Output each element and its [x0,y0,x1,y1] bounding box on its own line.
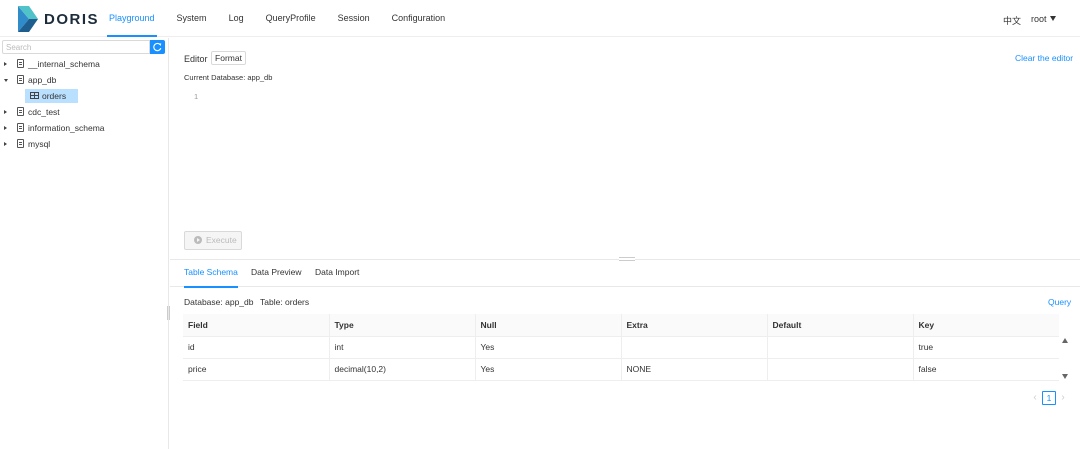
table-info: Table: orders [260,297,310,307]
caret-right-icon[interactable] [4,142,7,146]
table-cell [767,358,914,381]
nav-system[interactable]: System [166,0,218,37]
execute-button[interactable]: Execute [184,231,242,250]
main-nav: Playground System Log QueryProfile Sessi… [98,0,456,37]
tree-node-app-db[interactable]: app_db [0,72,168,88]
database-icon [17,75,24,84]
tree-node-information-schema[interactable]: information_schema [0,120,168,136]
table-cell: true [913,336,1059,359]
language-switch[interactable]: 中文 [1003,14,1021,27]
line-number: 1 [194,92,199,101]
database-icon [17,59,24,68]
table-row[interactable]: id int Yes true [183,336,1059,359]
tab-table-schema[interactable]: Table Schema [184,261,238,288]
table-cell: price [183,358,330,381]
column-header[interactable]: Field [183,314,330,337]
nav-log[interactable]: Log [218,0,255,37]
search-input[interactable] [2,40,150,54]
scroll-up-arrow-icon[interactable] [1062,338,1068,343]
table-row[interactable]: price decimal(10,2) Yes NONE false [183,358,1059,381]
tree-node-mysql[interactable]: mysql [0,136,168,152]
tab-data-preview[interactable]: Data Preview [251,261,302,287]
refresh-icon [153,42,162,52]
nav-configuration[interactable]: Configuration [381,0,457,37]
execute-label: Execute [206,235,237,245]
table-icon [30,92,39,99]
sidebar-resize-handle[interactable] [167,306,170,320]
caret-right-icon[interactable] [4,110,7,114]
database-sidebar: __internal_schema app_db orders cdc_test… [0,38,170,449]
query-link[interactable]: Query [1048,297,1071,307]
doris-logo-icon[interactable] [16,6,38,32]
user-name: root [1031,14,1047,24]
top-header: DORIS Playground System Log QueryProfile… [0,0,1080,37]
database-icon [17,139,24,148]
table-header-row: Field Type Null Extra Default Key [183,314,1059,337]
editor-label: Editor [184,54,208,64]
caret-right-icon[interactable] [4,62,7,66]
tree-node-label: __internal_schema [28,59,100,69]
tree-node-orders[interactable]: orders [0,88,168,104]
tree-node-internal-schema[interactable]: __internal_schema [0,56,168,72]
pagination-next-button[interactable]: › [1058,392,1068,404]
database-info: Database: app_db [184,297,254,307]
pagination-page-1[interactable]: 1 [1042,391,1056,405]
result-tabs: Table Schema Data Preview Data Import [170,261,1080,288]
table-cell: Yes [475,358,622,381]
tree-node-label: mysql [28,139,51,149]
column-header[interactable]: Type [329,314,476,337]
clear-editor-link[interactable]: Clear the editor [1015,53,1073,63]
format-button[interactable]: Format [211,51,246,65]
tree-node-label: app_db [28,75,57,85]
column-header[interactable]: Key [913,314,1059,337]
tree-node-label: cdc_test [28,107,60,117]
table-cell [767,336,914,359]
database-icon [17,123,24,132]
caret-right-icon[interactable] [4,126,7,130]
play-circle-icon [194,236,202,244]
table-cell: id [183,336,330,359]
selected-table-node[interactable]: orders [25,89,78,103]
nav-queryprofile[interactable]: QueryProfile [255,0,327,37]
current-database-label: Current Database: app_db [184,73,273,82]
table-cell: false [913,358,1059,381]
brand-name[interactable]: DORIS [44,11,99,28]
sql-editor[interactable] [200,86,1070,226]
tab-data-import[interactable]: Data Import [315,261,359,287]
tree-node-cdc-test[interactable]: cdc_test [0,104,168,120]
user-menu[interactable]: root [1031,14,1056,24]
table-cell: NONE [621,358,768,381]
table-cell: int [329,336,476,359]
column-header[interactable]: Null [475,314,622,337]
column-header[interactable]: Extra [621,314,768,337]
caret-down-icon[interactable] [4,79,8,82]
refresh-button[interactable] [150,40,165,54]
tree-node-label: information_schema [28,123,105,133]
column-header[interactable]: Default [767,314,914,337]
database-tree: __internal_schema app_db orders cdc_test… [0,56,168,152]
nav-session[interactable]: Session [327,0,381,37]
table-cell [621,336,768,359]
schema-table: Field Type Null Extra Default Key id int… [183,314,1059,381]
tree-node-label: orders [42,91,67,101]
nav-playground[interactable]: Playground [98,0,166,37]
scroll-down-arrow-icon[interactable] [1062,374,1068,379]
database-icon [17,107,24,116]
caret-down-icon [1049,16,1056,21]
pagination-prev-button[interactable]: ‹ [1030,392,1040,404]
table-cell: Yes [475,336,622,359]
table-cell: decimal(10,2) [329,358,476,381]
